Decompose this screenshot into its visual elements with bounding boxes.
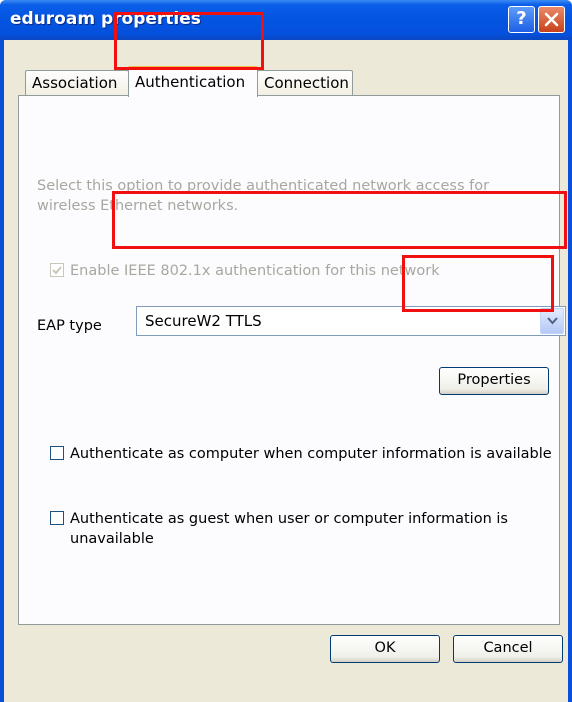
dropdown-button[interactable] [540, 308, 564, 334]
help-button[interactable]: ? [508, 6, 535, 33]
tab-authentication[interactable]: Authentication [128, 66, 258, 97]
tab-association[interactable]: Association [25, 70, 129, 96]
dialog-body: Association Authentication Connection Se… [4, 40, 568, 702]
tab-label: Connection [264, 74, 349, 92]
eap-type-value: SecureW2 TTLS [145, 312, 262, 330]
auth-computer-checkbox[interactable] [50, 446, 64, 460]
properties-button[interactable]: Properties [439, 367, 549, 395]
title-bar[interactable]: eduroam properties ? [0, 0, 572, 40]
window-title: eduroam properties [10, 9, 201, 29]
cancel-button[interactable]: Cancel [453, 635, 563, 663]
chevron-down-icon [547, 317, 558, 325]
eap-type-select[interactable]: SecureW2 TTLS [136, 306, 566, 336]
ieee-8021x-option: Enable IEEE 802.1x authentication for th… [50, 261, 440, 281]
close-icon [544, 12, 559, 27]
tab-label: Authentication [135, 73, 246, 91]
tab-label: Association [32, 74, 118, 92]
description-text: Select this option to provide authentica… [37, 178, 490, 214]
authentication-panel: Select this option to provide authentica… [18, 95, 566, 625]
eap-type-label: EAP type [37, 318, 102, 334]
tab-connection[interactable]: Connection [257, 70, 353, 96]
ieee-8021x-checkbox[interactable] [50, 263, 64, 277]
ok-button[interactable]: OK [330, 635, 440, 663]
checkmark-icon [52, 266, 62, 275]
ieee-8021x-label: Enable IEEE 802.1x authentication for th… [70, 263, 440, 279]
auth-computer-option: Authenticate as computer when computer i… [50, 444, 552, 464]
close-button[interactable] [538, 6, 565, 33]
help-icon: ? [516, 8, 527, 29]
auth-guest-label: Authenticate as guest when user or compu… [70, 511, 508, 547]
auth-guest-checkbox[interactable] [50, 511, 64, 525]
properties-dialog: eduroam properties ? Association Authent… [0, 0, 572, 702]
auth-computer-label: Authenticate as computer when computer i… [70, 446, 552, 462]
auth-guest-option: Authenticate as guest when user or compu… [50, 509, 550, 549]
